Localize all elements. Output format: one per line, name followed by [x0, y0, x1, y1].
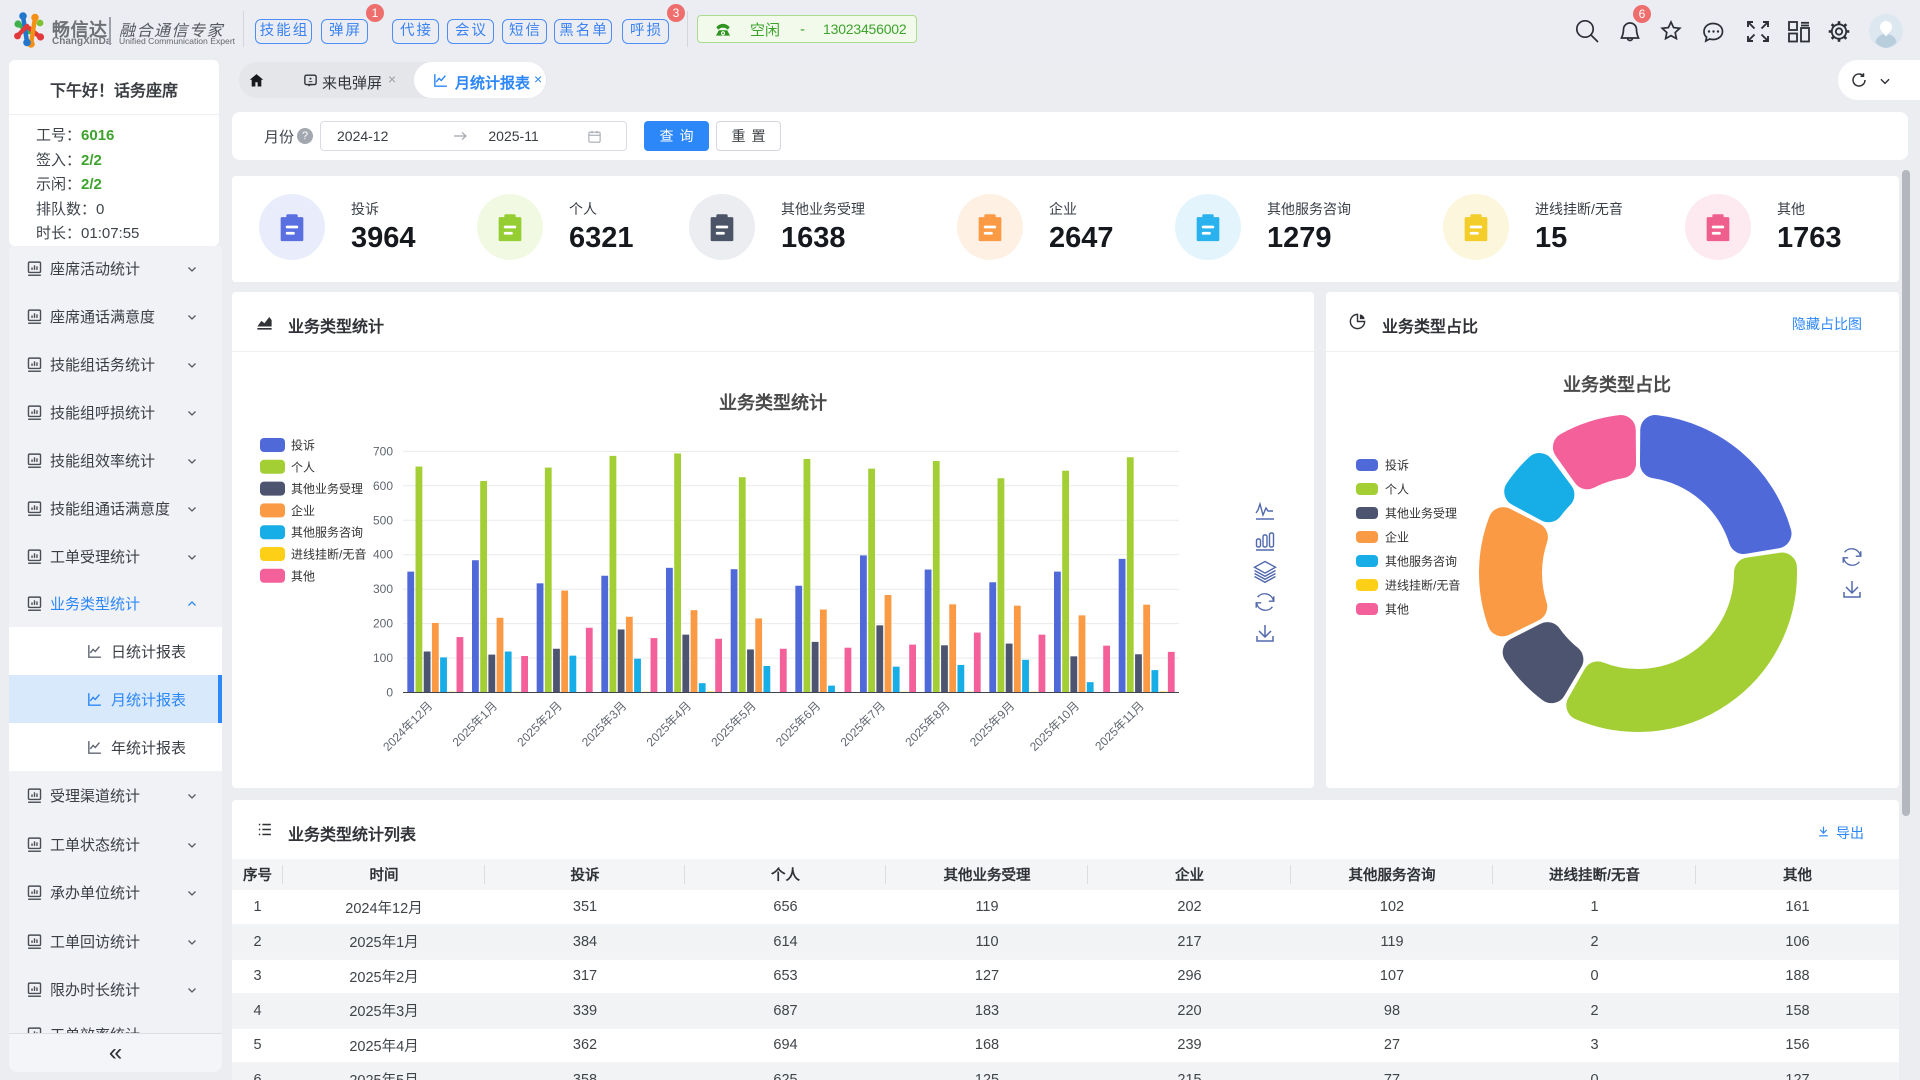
svg-text:个人: 个人	[1385, 483, 1409, 497]
svg-text:2025年10月: 2025年10月	[1027, 699, 1082, 754]
svg-text:700: 700	[373, 444, 393, 458]
svg-text:2025年4月: 2025年4月	[644, 699, 694, 749]
svg-text:2025年1月: 2025年1月	[450, 699, 500, 749]
svg-text:100: 100	[373, 651, 393, 665]
svg-text:2025年8月: 2025年8月	[902, 699, 952, 749]
svg-text:2025年11月: 2025年11月	[1092, 699, 1147, 754]
svg-text:2025年2月: 2025年2月	[514, 699, 564, 749]
svg-text:2025年6月: 2025年6月	[773, 699, 823, 749]
svg-text:其他业务受理: 其他业务受理	[1385, 506, 1457, 521]
svg-text:600: 600	[373, 479, 393, 493]
svg-text:投诉: 投诉	[1385, 458, 1409, 473]
svg-text:个人: 个人	[291, 460, 315, 474]
svg-text:企业: 企业	[1385, 530, 1409, 545]
svg-text:其他业务受理: 其他业务受理	[291, 481, 363, 496]
svg-text:300: 300	[373, 582, 393, 596]
svg-text:200: 200	[373, 617, 393, 631]
svg-text:2025年7月: 2025年7月	[838, 699, 888, 749]
svg-text:400: 400	[373, 548, 393, 562]
svg-text:其他服务咨询: 其他服务咨询	[291, 525, 363, 540]
svg-text:2025年9月: 2025年9月	[967, 699, 1017, 749]
svg-text:企业: 企业	[291, 503, 315, 518]
svg-text:业务类型占比: 业务类型占比	[1563, 374, 1671, 395]
svg-text:进线挂断/无音: 进线挂断/无音	[291, 547, 366, 562]
svg-text:进线挂断/无音: 进线挂断/无音	[1385, 578, 1460, 593]
svg-text:2025年3月: 2025年3月	[579, 699, 629, 749]
svg-text:0: 0	[386, 686, 393, 700]
svg-text:投诉: 投诉	[291, 438, 315, 453]
svg-text:其他服务咨询: 其他服务咨询	[1385, 554, 1457, 569]
svg-text:2025年5月: 2025年5月	[708, 699, 758, 749]
svg-text:业务类型统计: 业务类型统计	[719, 392, 827, 413]
svg-text:500: 500	[373, 513, 393, 527]
svg-text:2024年12月: 2024年12月	[380, 699, 435, 754]
svg-text:其他: 其他	[1385, 603, 1409, 617]
svg-text:其他: 其他	[291, 569, 315, 583]
